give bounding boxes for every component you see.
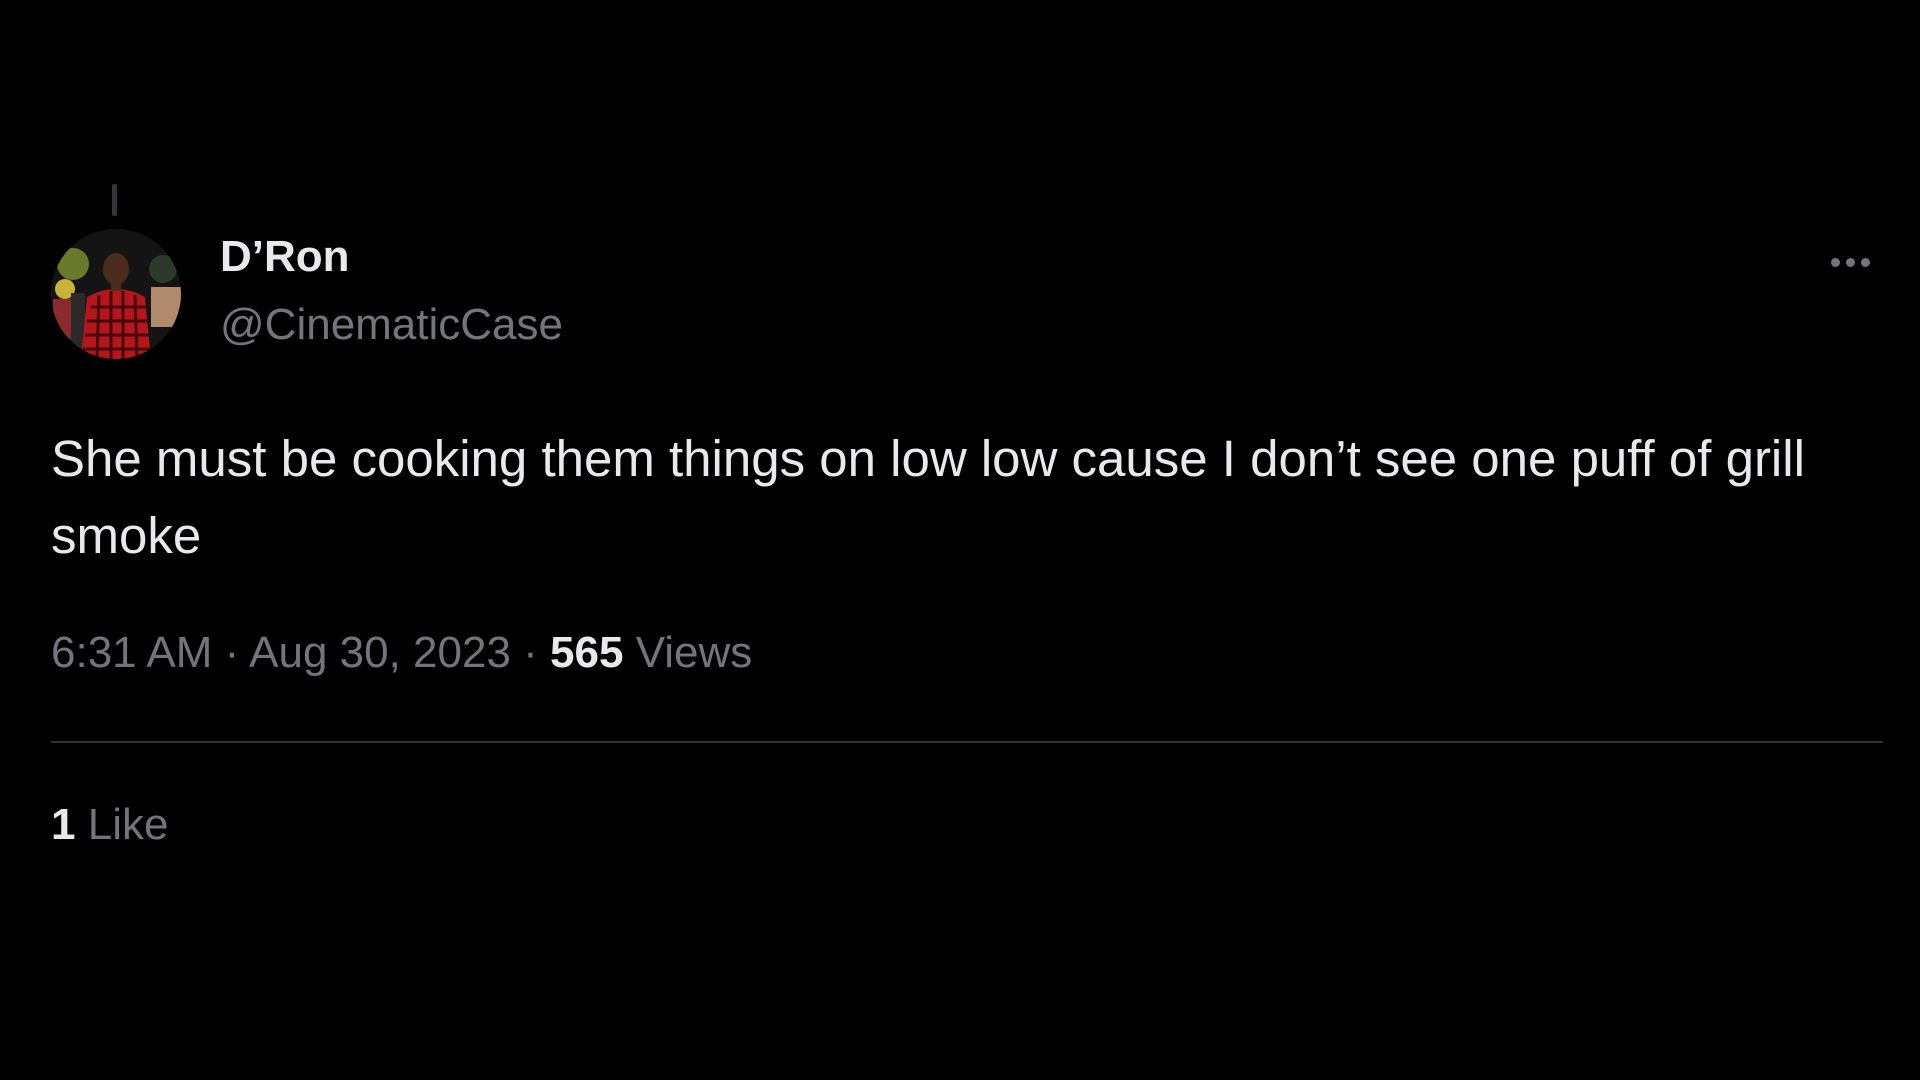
tweet-time[interactable]: 6:31 AM	[51, 628, 212, 677]
tweet-metadata: 6:31 AM · Aug 30, 2023 · 565 Views	[51, 628, 752, 678]
more-horizontal-icon-dot	[1845, 257, 1855, 267]
like-count: 1	[51, 800, 76, 849]
tweet-text: She must be cooking them things on low l…	[51, 430, 1805, 564]
tweet-detail: D’Ron @CinematicCase She must be cooking…	[0, 0, 1920, 1080]
more-options-button[interactable]	[1820, 242, 1880, 282]
avatar[interactable]	[51, 229, 181, 359]
more-horizontal-icon-dot	[1860, 257, 1870, 267]
views-count[interactable]: 565	[550, 628, 623, 677]
tweet-date[interactable]: Aug 30, 2023	[249, 628, 511, 677]
more-horizontal-icon	[1830, 257, 1840, 267]
thread-connector-line	[112, 184, 117, 216]
likes-link[interactable]: 1 Like	[51, 800, 168, 850]
avatar-image	[51, 229, 181, 359]
like-label: Like	[87, 800, 169, 849]
author-display-name[interactable]: D’Ron	[220, 232, 350, 282]
author-handle[interactable]: @CinematicCase	[220, 300, 563, 350]
views-label: Views	[635, 628, 753, 677]
meta-separator: ·	[523, 628, 538, 677]
meta-separator: ·	[224, 628, 240, 677]
divider	[51, 741, 1883, 743]
